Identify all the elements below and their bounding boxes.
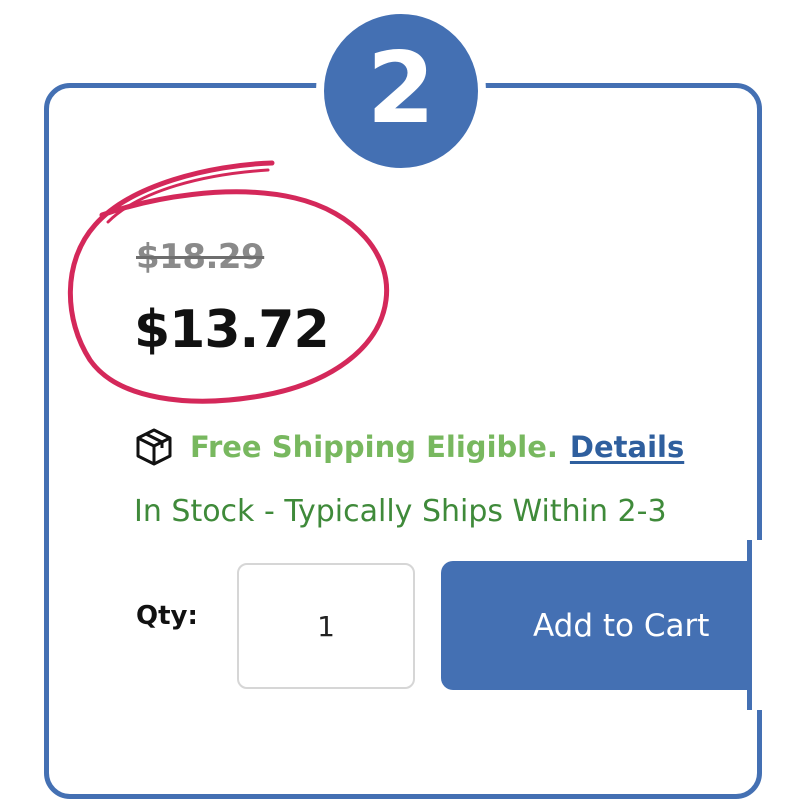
package-box-icon [134,427,174,467]
free-shipping-text: Free Shipping Eligible. [190,430,558,464]
frame-right-edge [747,540,752,710]
qty-label: Qty: [136,601,198,631]
shipping-details-link[interactable]: Details [570,430,684,464]
frame-right-cover [752,540,800,710]
original-price: $18.29 [136,237,265,277]
sale-price: $13.72 [134,300,330,360]
stock-status: In Stock - Typically Ships Within 2-3 [134,494,667,529]
add-to-cart-button[interactable]: Add to Cart [441,561,761,690]
product-purchase-panel: 2 $18.29 $13.72 Free Shipping Eligible. … [0,0,800,800]
shipping-info: Free Shipping Eligible. Details [134,424,684,470]
step-number: 2 [366,32,436,146]
quantity-input[interactable] [237,563,415,689]
step-badge: 2 [316,6,486,176]
